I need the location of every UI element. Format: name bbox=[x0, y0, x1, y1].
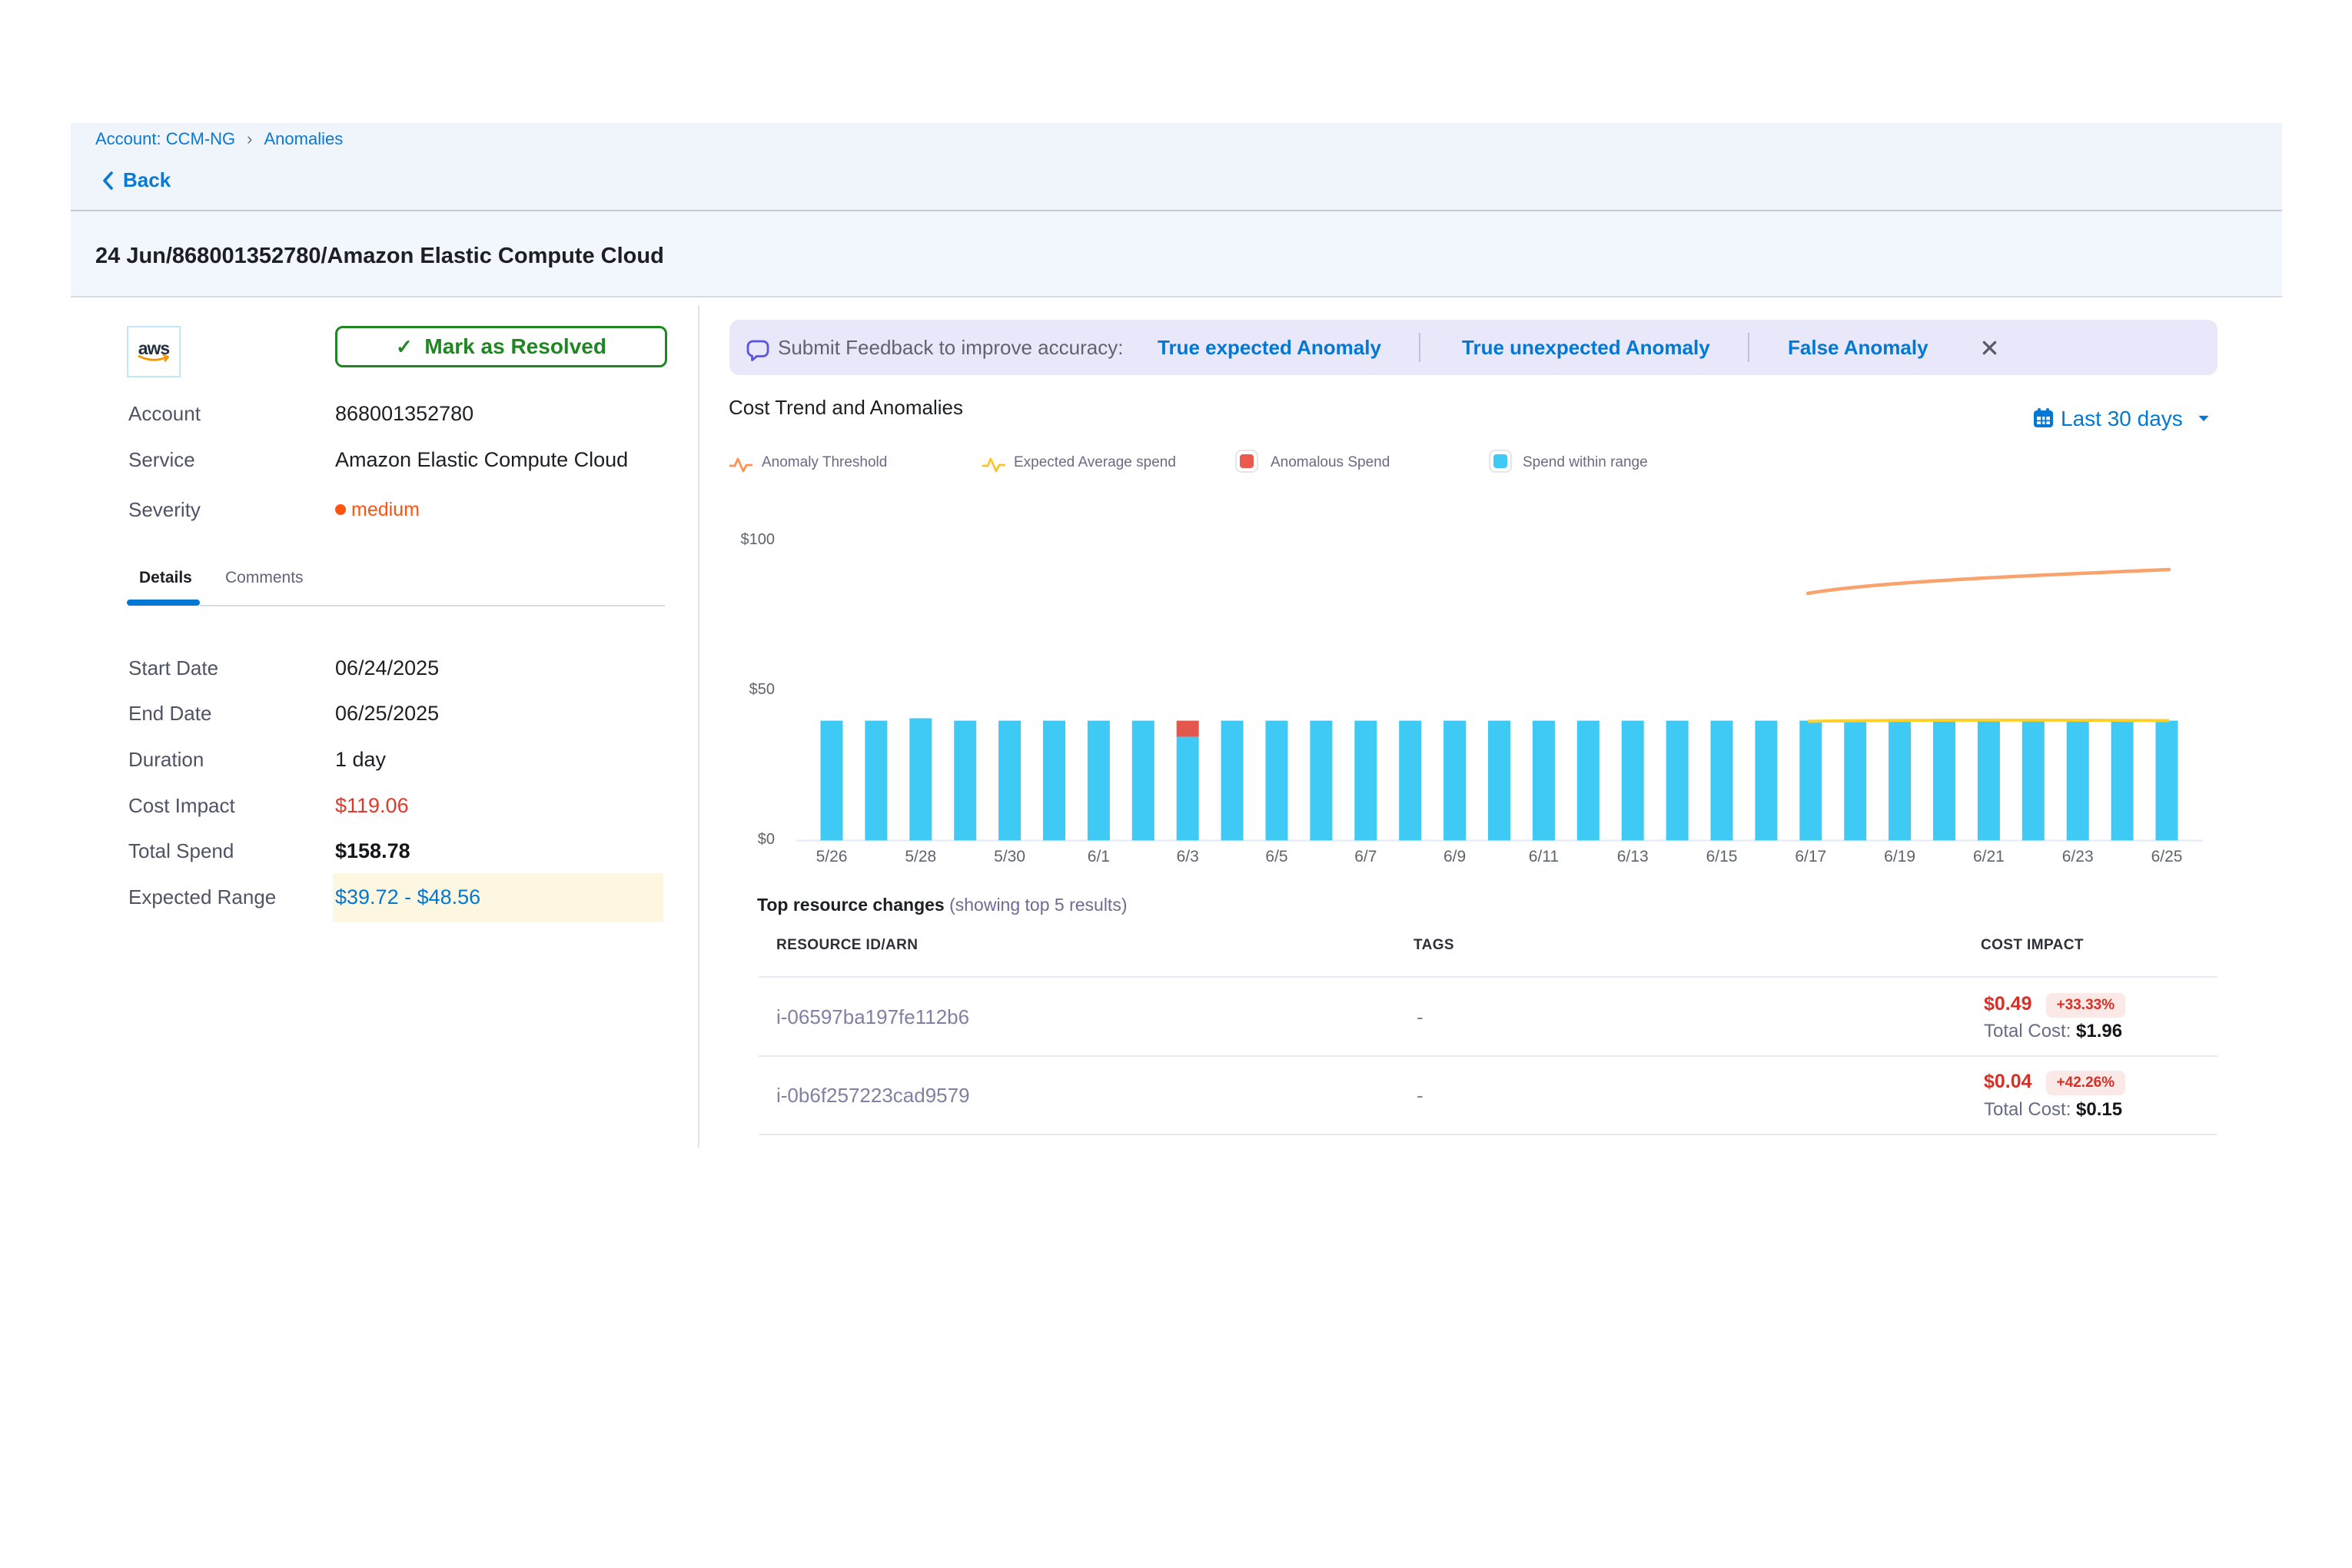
svg-text:6/15: 6/15 bbox=[1706, 848, 1738, 865]
svg-text:$50: $50 bbox=[749, 681, 775, 698]
svg-text:6/25: 6/25 bbox=[2151, 848, 2183, 865]
svg-text:6/21: 6/21 bbox=[1973, 848, 2005, 865]
svg-text:6/3: 6/3 bbox=[1177, 848, 1199, 865]
svg-text:6/5: 6/5 bbox=[1265, 848, 1287, 865]
svg-text:6/19: 6/19 bbox=[1884, 848, 1915, 865]
svg-text:6/17: 6/17 bbox=[1795, 848, 1826, 865]
svg-text:6/13: 6/13 bbox=[1617, 848, 1649, 865]
svg-text:$0: $0 bbox=[758, 831, 775, 848]
svg-text:6/7: 6/7 bbox=[1354, 848, 1377, 865]
svg-text:5/28: 5/28 bbox=[905, 848, 936, 865]
svg-text:$100: $100 bbox=[741, 531, 776, 548]
svg-text:5/26: 5/26 bbox=[816, 848, 848, 865]
svg-text:6/9: 6/9 bbox=[1443, 848, 1466, 865]
svg-text:5/30: 5/30 bbox=[994, 848, 1025, 865]
svg-text:6/1: 6/1 bbox=[1088, 848, 1110, 865]
svg-text:6/11: 6/11 bbox=[1529, 848, 1559, 865]
svg-text:6/23: 6/23 bbox=[2062, 848, 2094, 865]
